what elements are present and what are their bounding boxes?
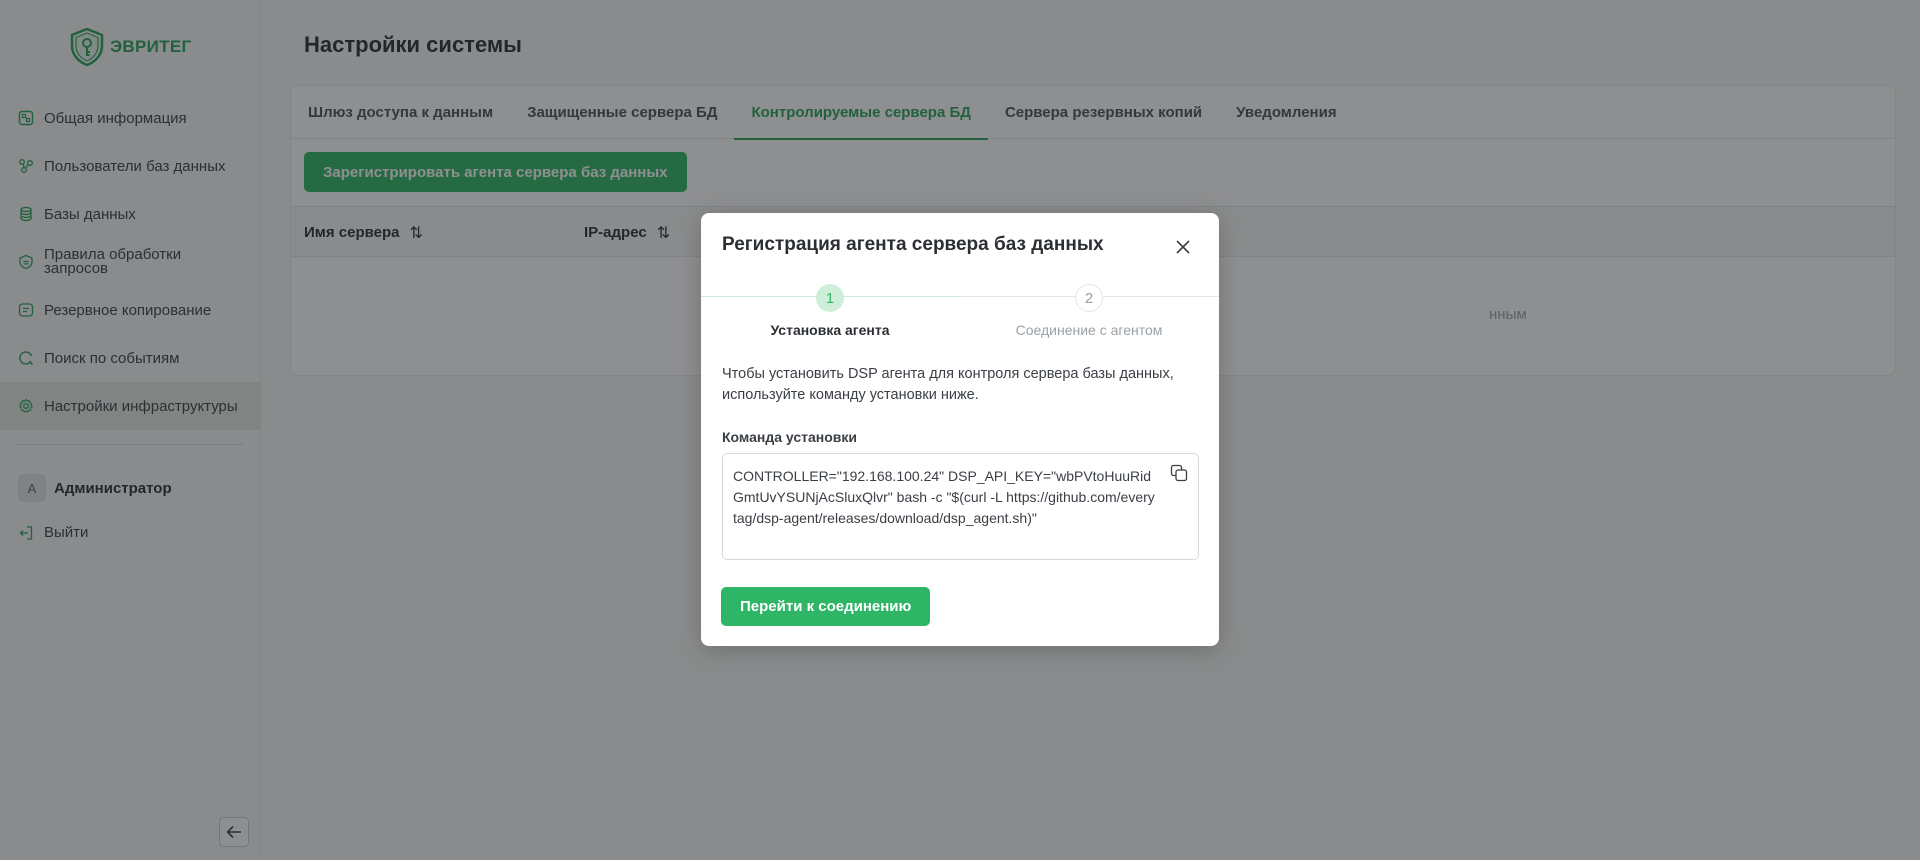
register-agent-modal: Регистрация агента сервера баз данных 1 …	[701, 213, 1219, 646]
install-command-text[interactable]: CONTROLLER="192.168.100.24" DSP_API_KEY=…	[733, 468, 1155, 526]
step-number: 1	[816, 284, 844, 312]
step-connect-agent: 2 Соединение с агентом	[989, 284, 1189, 338]
step-label: Соединение с агентом	[1015, 322, 1163, 338]
install-command-box[interactable]: CONTROLLER="192.168.100.24" DSP_API_KEY=…	[722, 453, 1199, 560]
go-to-connection-button[interactable]: Перейти к соединению	[721, 587, 931, 626]
close-icon	[1176, 240, 1190, 254]
step-number: 2	[1075, 284, 1103, 312]
modal-description: Чтобы установить DSP агента для контроля…	[722, 366, 1174, 403]
command-label: Команда установки	[722, 429, 857, 445]
copy-icon[interactable]	[1170, 464, 1188, 482]
modal-title: Регистрация агента сервера баз данных	[722, 234, 1104, 255]
close-button[interactable]	[1171, 235, 1195, 259]
step-install-agent: 1 Установка агента	[730, 284, 930, 338]
step-label: Установка агента	[770, 322, 890, 338]
